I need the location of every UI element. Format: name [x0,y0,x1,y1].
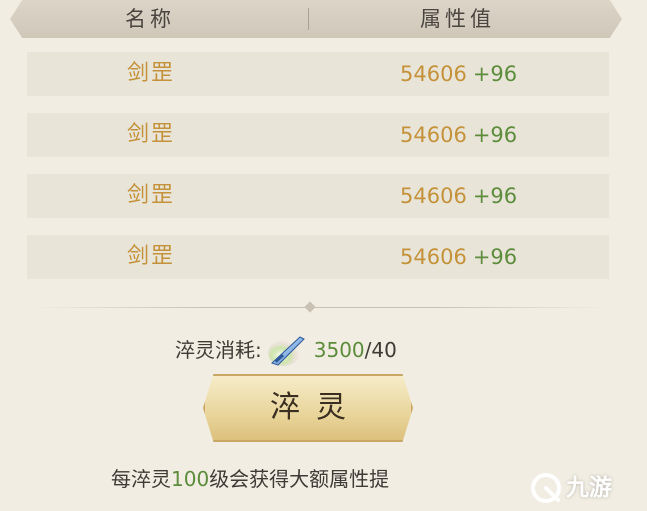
cost-have: 3500 [313,338,365,362]
tip-prefix: 每淬灵 [111,467,171,491]
table-header: 名称 属性值 [10,0,622,38]
row-base-value: 54606 [400,184,467,208]
cost-line: 淬灵消耗: 3500/40 [175,333,397,367]
row-value: 54606 +96 [400,52,517,96]
header-attr: 属性值 [420,7,495,31]
row-name: 剑罡 [127,244,176,269]
row-name: 剑罡 [127,183,176,208]
cost-need: /40 [364,338,397,362]
row-value: 54606 +96 [400,113,517,157]
row-value: 54606 +96 [400,235,517,279]
cuiling-button-label: 淬灵 [270,390,362,425]
row-name: 剑罡 [127,122,176,147]
row-bonus-value: +96 [472,62,518,86]
row-value: 54606 +96 [400,174,517,218]
sword-icon[interactable] [266,333,310,367]
row-base-value: 54606 [400,123,467,147]
tip-suffix: 级会获得大额属性提 [209,467,390,491]
tip-text: 每淬灵100级会获得大额属性提 [111,464,389,494]
row-base-value: 54606 [400,245,467,269]
header-name: 名称 [125,7,175,31]
section-divider [30,307,610,308]
row-bonus-value: +96 [472,123,518,147]
table-row: 剑罡 54606 +96 [27,52,609,96]
row-name: 剑罡 [127,61,176,86]
watermark-text: 九游 [566,475,612,501]
cost-label: 淬灵消耗: [175,338,262,362]
table-row: 剑罡 54606 +96 [27,174,609,218]
watermark: 九游 [528,470,640,506]
table-row: 剑罡 54606 +96 [27,235,609,279]
divider-diamond-icon [304,301,316,313]
row-bonus-value: +96 [472,184,518,208]
table-row: 剑罡 54606 +96 [27,113,609,157]
row-bonus-value: +96 [472,245,518,269]
header-separator [308,8,309,30]
cuiling-button[interactable]: 淬灵 [203,374,413,442]
row-base-value: 54606 [400,62,467,86]
jiuyou-logo-icon [531,473,561,503]
tip-number: 100 [171,467,210,491]
